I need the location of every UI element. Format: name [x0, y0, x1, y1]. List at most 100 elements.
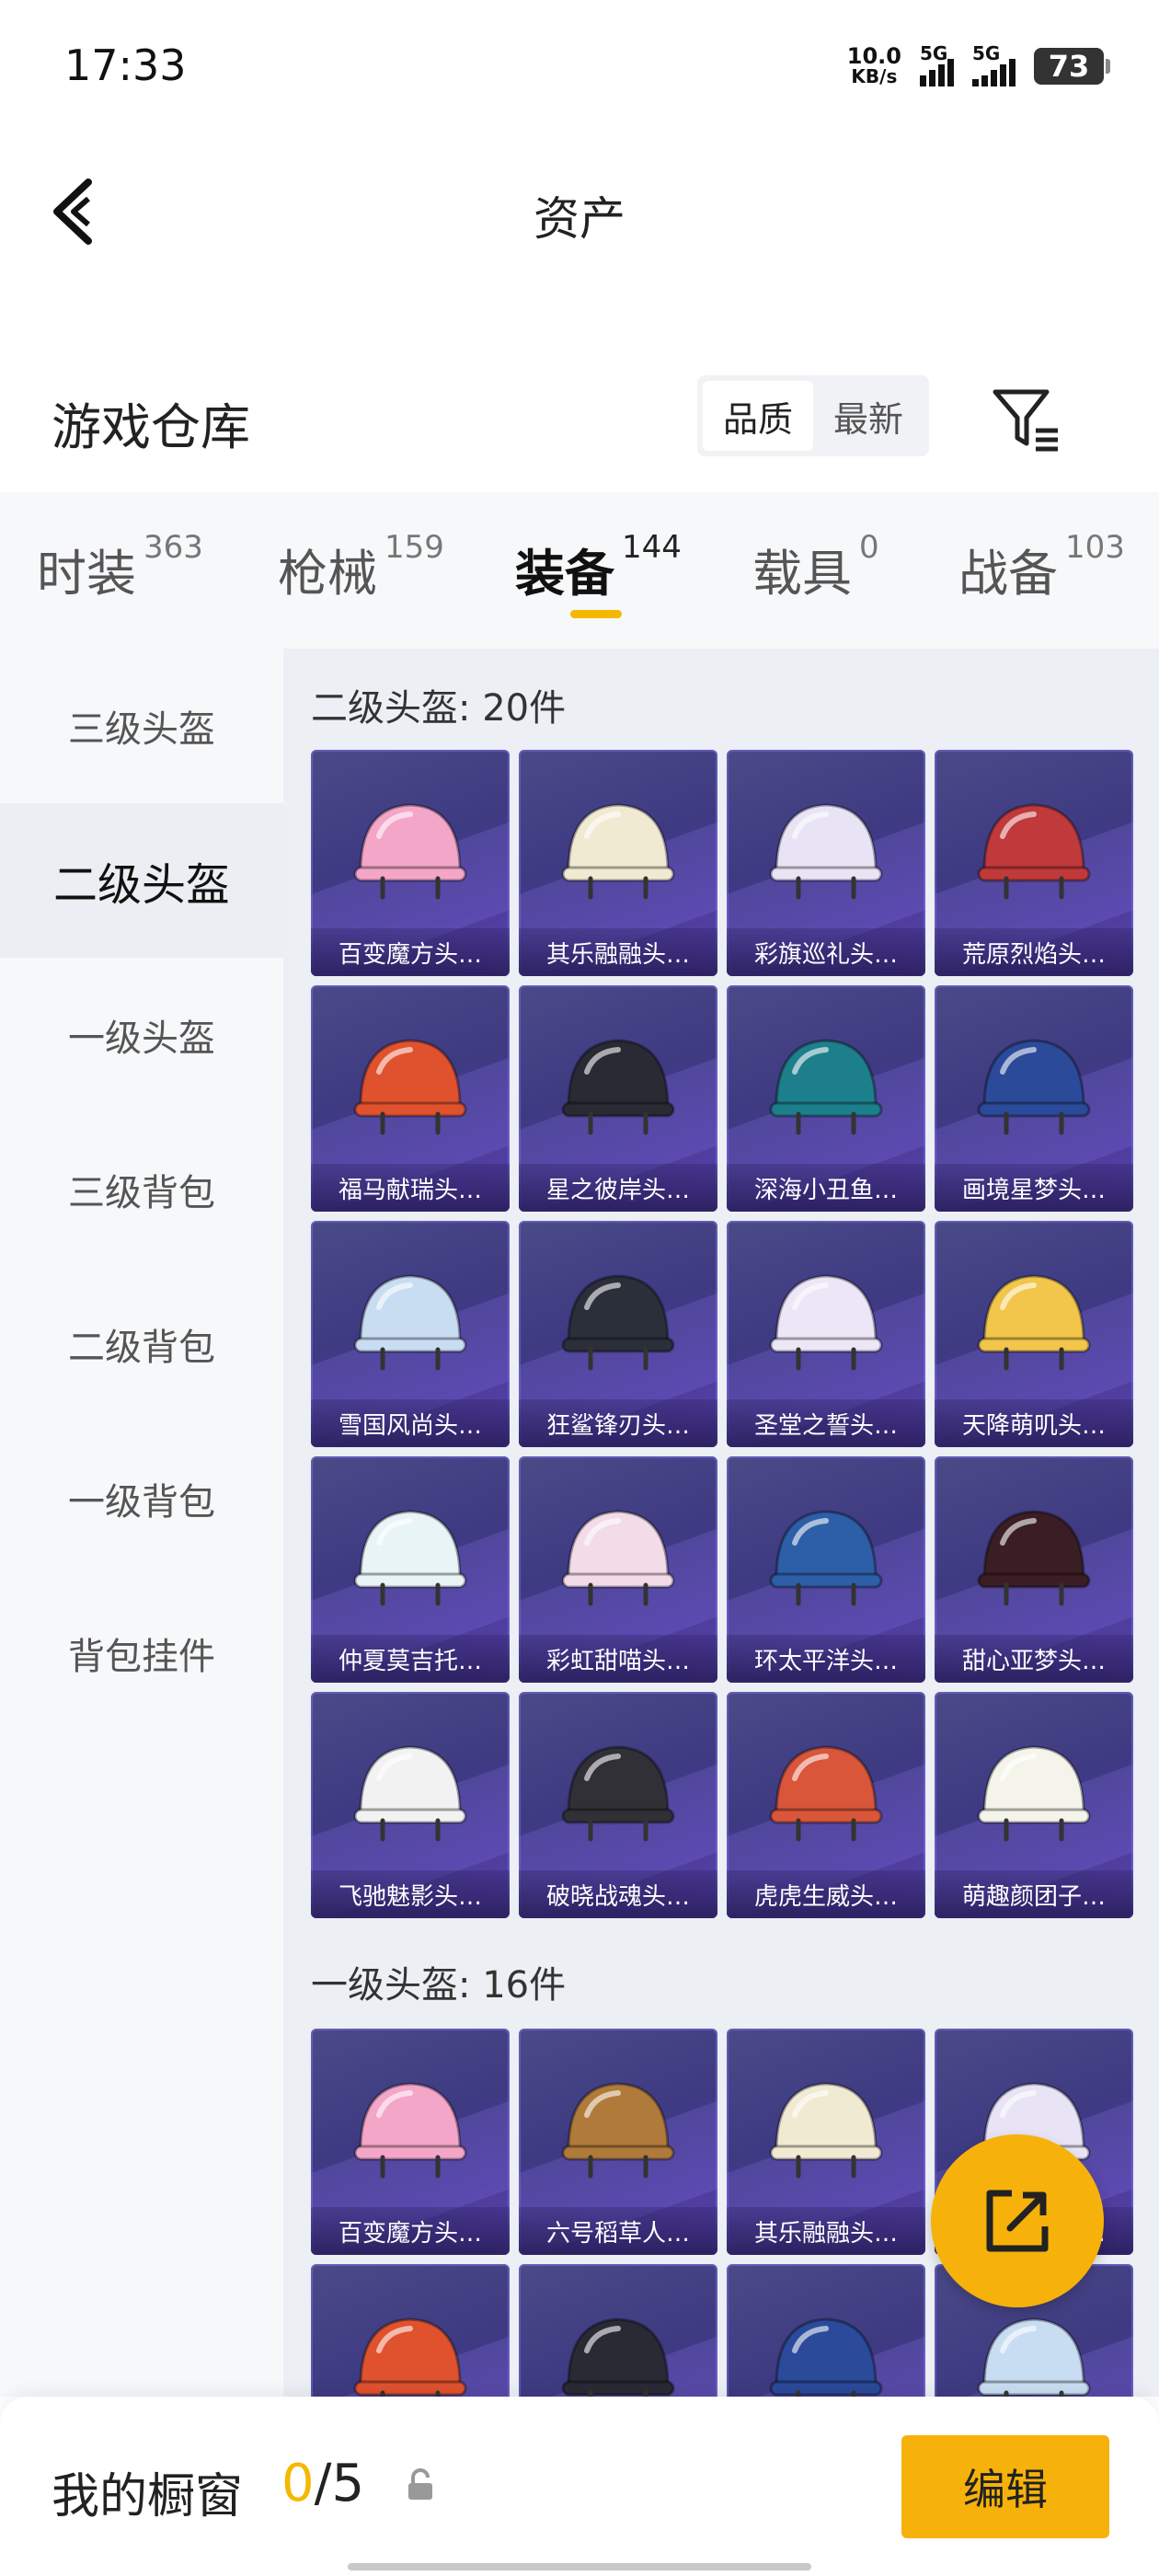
tab-label: 枪械: [278, 545, 377, 603]
helmet-icon: [353, 1745, 467, 1842]
item-name: 雪国风尚头…: [311, 1399, 510, 1447]
status-time: 17:33: [64, 40, 187, 90]
sidebar-item-level3-helmet[interactable]: 三级头盔: [0, 649, 283, 803]
item-name: 萌趣颜团子…: [935, 1870, 1133, 1918]
helmet-icon: [769, 2082, 883, 2179]
sim2-label: 5G: [972, 42, 1001, 64]
item-card[interactable]: 百变魔方头…: [311, 2029, 510, 2255]
item-card[interactable]: 星之彼岸头…: [519, 985, 717, 1212]
item-name: 狂鲨锋刃头…: [519, 1399, 717, 1447]
item-card[interactable]: 六号稻草人…: [519, 2029, 717, 2255]
helmet-icon: [561, 1039, 675, 1135]
sidebar-item-level3-backpack[interactable]: 三级背包: [0, 1112, 283, 1267]
helmet-icon: [977, 2317, 1091, 2397]
item-name: 其乐融融头…: [519, 928, 717, 976]
item-card[interactable]: 狂鲨锋刃头…: [519, 1221, 717, 1447]
helmet-icon: [977, 1745, 1091, 1842]
network-speed-unit: KB/s: [851, 65, 898, 87]
item-card[interactable]: 仲夏莫吉托…: [311, 1456, 510, 1683]
tab-label: 战备: [958, 545, 1058, 603]
sidebar-item-level1-backpack[interactable]: 一级背包: [0, 1421, 283, 1576]
showcase-current: 0: [281, 2454, 315, 2513]
item-name: 仲夏莫吉托…: [311, 1635, 510, 1683]
item-card[interactable]: [519, 2264, 717, 2397]
item-name: 飞驰魅影头…: [311, 1870, 510, 1918]
item-name: 深海小丑鱼…: [727, 1164, 925, 1212]
item-name: 彩虹甜喵头…: [519, 1635, 717, 1683]
tab-fashion[interactable]: 时装 363: [37, 529, 203, 605]
item-card[interactable]: 甜心亚梦头…: [935, 1456, 1133, 1683]
item-card[interactable]: [727, 2264, 925, 2397]
item-card[interactable]: 环太平洋头…: [727, 1456, 925, 1683]
filter-button[interactable]: [990, 385, 1063, 454]
sidebar-item-level2-helmet[interactable]: 二级头盔: [0, 803, 283, 958]
item-card[interactable]: 萌趣颜团子…: [935, 1692, 1133, 1918]
showcase-label: 我的橱窗: [52, 2469, 244, 2524]
item-name: 六号稻草人…: [519, 2207, 717, 2255]
helmet-icon: [353, 803, 467, 900]
helmet-icon: [561, 803, 675, 900]
tab-guns[interactable]: 枪械 159: [278, 529, 444, 605]
tab-count: 103: [1065, 529, 1125, 566]
tab-count: 144: [622, 529, 682, 566]
item-name: 甜心亚梦头…: [935, 1635, 1133, 1683]
helmet-icon: [561, 2317, 675, 2397]
item-card[interactable]: 画境星梦头…: [935, 985, 1133, 1212]
network-speed-value: 10.0: [846, 43, 901, 69]
item-card[interactable]: [311, 2264, 510, 2397]
group-title: 二级头盔: 20件: [311, 687, 567, 730]
item-name: 彩旗巡礼头…: [727, 928, 925, 976]
item-card[interactable]: 彩旗巡礼头…: [727, 750, 925, 976]
item-name: 天降萌叽头…: [935, 1399, 1133, 1447]
item-name: 百变魔方头…: [311, 2207, 510, 2255]
status-icons: 10.0 KB/s 5G 5G 73: [846, 42, 1110, 87]
item-card[interactable]: 破晓战魂头…: [519, 1692, 717, 1918]
item-card[interactable]: 荒原烈焰头…: [935, 750, 1133, 976]
tab-count: 0: [859, 529, 879, 566]
sort-option-newest[interactable]: 最新: [813, 381, 924, 451]
sidebar-item-backpack-charm[interactable]: 背包挂件: [0, 1576, 283, 1731]
share-button[interactable]: [931, 2134, 1104, 2307]
sidebar-item-level2-backpack[interactable]: 二级背包: [0, 1267, 283, 1421]
tab-vehicles[interactable]: 载具 0: [752, 529, 879, 605]
helmet-icon: [977, 1274, 1091, 1371]
item-card[interactable]: 天降萌叽头…: [935, 1221, 1133, 1447]
item-card[interactable]: 雪国风尚头…: [311, 1221, 510, 1447]
edit-button[interactable]: 编辑: [901, 2435, 1109, 2538]
tab-supplies[interactable]: 战备 103: [958, 529, 1125, 605]
item-card[interactable]: 福马献瑞头…: [311, 985, 510, 1212]
item-card[interactable]: 彩虹甜喵头…: [519, 1456, 717, 1683]
helmet-icon: [769, 1745, 883, 1842]
item-name: 福马献瑞头…: [311, 1164, 510, 1212]
helmet-icon: [769, 1510, 883, 1606]
helmet-icon: [353, 1510, 467, 1606]
item-name: 荒原烈焰头…: [935, 928, 1133, 976]
helmet-icon: [977, 1510, 1091, 1606]
item-card[interactable]: 虎虎生威头…: [727, 1692, 925, 1918]
helmet-icon: [769, 1039, 883, 1135]
sort-option-quality[interactable]: 品质: [703, 381, 813, 451]
tab-label: 装备: [515, 545, 614, 603]
item-card[interactable]: 深海小丑鱼…: [727, 985, 925, 1212]
battery-icon: 73: [1034, 48, 1110, 85]
tab-equipment[interactable]: 装备 144: [515, 529, 682, 605]
item-card[interactable]: 其乐融融头…: [727, 2029, 925, 2255]
section-title: 游戏仓库: [52, 398, 250, 456]
showcase-count: 0/5: [281, 2454, 364, 2513]
signal-icon: 5G: [920, 42, 954, 86]
helmet-icon: [977, 803, 1091, 900]
category-tabs: 时装 363 枪械 159 装备 144 载具 0 战备 103: [0, 492, 1159, 649]
item-name: 虎虎生威头…: [727, 1870, 925, 1918]
active-tab-indicator: [570, 610, 622, 618]
item-card[interactable]: 百变魔方头…: [311, 750, 510, 976]
sidebar-item-level1-helmet[interactable]: 一级头盔: [0, 958, 283, 1112]
helmet-icon: [561, 1510, 675, 1606]
status-bar: 17:33 10.0 KB/s 5G 5G 73: [0, 0, 1159, 138]
item-grid: 百变魔方头… 其乐融融头… 彩旗巡礼头… 荒原烈焰头… 福马献瑞头… 星之彼岸头… 深海小丑…: [311, 750, 1133, 1918]
item-card[interactable]: 飞驰魅影头…: [311, 1692, 510, 1918]
item-card[interactable]: 其乐融融头…: [519, 750, 717, 976]
helmet-icon: [769, 803, 883, 900]
network-speed: 10.0 KB/s: [846, 43, 901, 87]
item-card[interactable]: 圣堂之誓头…: [727, 1221, 925, 1447]
home-indicator: [348, 2563, 811, 2570]
